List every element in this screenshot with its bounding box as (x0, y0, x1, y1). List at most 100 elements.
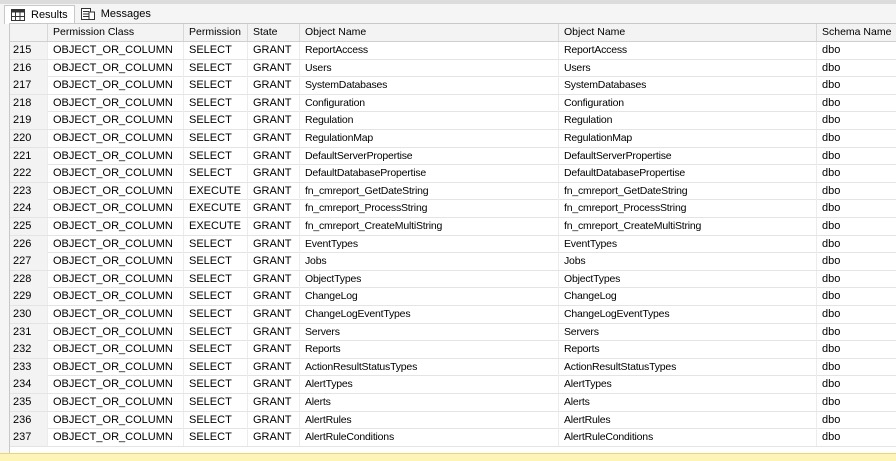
schema-name-cell[interactable]: dbo (817, 359, 896, 376)
schema-name-cell[interactable]: dbo (817, 165, 896, 182)
row-number[interactable]: 234 (10, 376, 48, 394)
object-name-2-cell[interactable]: DefaultDatabasePropertise (559, 165, 817, 183)
schema-name-cell[interactable]: dbo (817, 306, 896, 323)
object-name-2-cell[interactable]: EventTypes (559, 235, 817, 253)
permission-cell[interactable]: SELECT (184, 94, 248, 112)
column-header-object-name-2[interactable]: Object Name (559, 24, 817, 41)
row-number[interactable]: 220 (10, 130, 48, 147)
schema-name-cell[interactable]: dbo (817, 324, 896, 341)
permission-class-cell[interactable]: OBJECT_OR_COLUMN (48, 182, 184, 200)
row-number[interactable]: 218 (10, 94, 48, 112)
object-name-2-cell[interactable]: DefaultServerPropertise (559, 147, 817, 165)
object-name-cell[interactable]: DefaultDatabasePropertise (300, 165, 559, 183)
state-cell[interactable]: GRANT (248, 77, 300, 95)
row-number[interactable]: 233 (10, 358, 48, 376)
object-name-cell[interactable]: ObjectTypes (300, 270, 559, 288)
object-name-cell[interactable]: EventTypes (300, 235, 559, 253)
object-name-cell[interactable]: SystemDatabases (300, 77, 559, 95)
permission-class-cell[interactable]: OBJECT_OR_COLUMN (48, 358, 184, 376)
schema-name-cell[interactable]: dbo (817, 218, 896, 235)
row-number[interactable]: 237 (10, 429, 48, 447)
state-cell[interactable]: GRANT (248, 253, 300, 271)
schema-name-cell[interactable]: dbo (817, 412, 896, 429)
state-cell[interactable]: GRANT (248, 411, 300, 429)
object-name-cell[interactable]: ChangeLogEventTypes (300, 306, 559, 323)
permission-cell[interactable]: SELECT (184, 112, 248, 130)
permission-class-cell[interactable]: OBJECT_OR_COLUMN (48, 341, 184, 359)
object-name-2-cell[interactable]: Servers (559, 323, 817, 341)
state-cell[interactable]: GRANT (248, 429, 300, 447)
row-number[interactable]: 232 (10, 341, 48, 359)
schema-name-cell[interactable]: dbo (817, 60, 896, 77)
permission-class-cell[interactable]: OBJECT_OR_COLUMN (48, 376, 184, 394)
permission-cell[interactable]: SELECT (184, 358, 248, 376)
permission-cell[interactable]: SELECT (184, 147, 248, 165)
permission-class-cell[interactable]: OBJECT_OR_COLUMN (48, 77, 184, 95)
table-row[interactable]: 226 OBJECT_OR_COLUMN SELECT GRANT EventTypes… (10, 235, 896, 254)
table-row[interactable]: 223 OBJECT_OR_COLUMN EXECUTE GRANT fn_cmrepo… (10, 182, 896, 201)
object-name-2-cell[interactable]: Jobs (559, 253, 817, 271)
permission-cell[interactable]: SELECT (184, 288, 248, 306)
permission-class-cell[interactable]: OBJECT_OR_COLUMN (48, 42, 184, 59)
table-row[interactable]: 221 OBJECT_OR_COLUMN SELECT GRANT DefaultSer… (10, 147, 896, 166)
table-row[interactable]: 224 OBJECT_OR_COLUMN EXECUTE GRANT fn_cmrepo… (10, 200, 896, 218)
permission-cell[interactable]: SELECT (184, 323, 248, 341)
state-cell[interactable]: GRANT (248, 394, 300, 411)
object-name-2-cell[interactable]: AlertTypes (559, 376, 817, 394)
table-row[interactable]: 231 OBJECT_OR_COLUMN SELECT GRANT Servers Ser… (10, 323, 896, 342)
table-row[interactable]: 227 OBJECT_OR_COLUMN SELECT GRANT Jobs Jobs db… (10, 253, 896, 271)
permission-class-cell[interactable]: OBJECT_OR_COLUMN (48, 147, 184, 165)
state-cell[interactable]: GRANT (248, 323, 300, 341)
permission-cell[interactable]: SELECT (184, 394, 248, 411)
object-name-2-cell[interactable]: Regulation (559, 112, 817, 130)
schema-name-cell[interactable]: dbo (817, 42, 896, 59)
state-cell[interactable]: GRANT (248, 147, 300, 165)
schema-name-cell[interactable]: dbo (817, 130, 896, 147)
state-cell[interactable]: GRANT (248, 165, 300, 183)
column-header-state[interactable]: State (248, 24, 300, 41)
object-name-2-cell[interactable]: Users (559, 59, 817, 77)
permission-cell[interactable]: SELECT (184, 253, 248, 271)
permission-cell[interactable]: SELECT (184, 411, 248, 429)
object-name-2-cell[interactable]: fn_cmreport_GetDateString (559, 182, 817, 200)
state-cell[interactable]: GRANT (248, 94, 300, 112)
object-name-cell[interactable]: Reports (300, 341, 559, 359)
permission-class-cell[interactable]: OBJECT_OR_COLUMN (48, 165, 184, 183)
table-row[interactable]: 220 OBJECT_OR_COLUMN SELECT GRANT Regulation… (10, 130, 896, 148)
permission-class-cell[interactable]: OBJECT_OR_COLUMN (48, 200, 184, 218)
table-row[interactable]: 229 OBJECT_OR_COLUMN SELECT GRANT ChangeLog C… (10, 288, 896, 306)
schema-name-cell[interactable]: dbo (817, 376, 896, 393)
schema-name-cell[interactable]: dbo (817, 200, 896, 217)
object-name-2-cell[interactable]: fn_cmreport_CreateMultiString (559, 218, 817, 235)
object-name-2-cell[interactable]: RegulationMap (559, 130, 817, 147)
permission-cell[interactable]: EXECUTE (184, 182, 248, 200)
object-name-2-cell[interactable]: ReportAccess (559, 42, 817, 59)
table-row[interactable]: 216 OBJECT_OR_COLUMN SELECT GRANT Users Users… (10, 59, 896, 78)
row-number[interactable]: 235 (10, 394, 48, 411)
object-name-cell[interactable]: Users (300, 59, 559, 77)
object-name-cell[interactable]: AlertRuleConditions (300, 429, 559, 447)
schema-name-cell[interactable]: dbo (817, 341, 896, 358)
table-row[interactable]: 236 OBJECT_OR_COLUMN SELECT GRANT AlertRules… (10, 411, 896, 430)
object-name-2-cell[interactable]: Alerts (559, 394, 817, 411)
object-name-cell[interactable]: ReportAccess (300, 42, 559, 59)
schema-name-cell[interactable]: dbo (817, 429, 896, 446)
state-cell[interactable]: GRANT (248, 341, 300, 359)
object-name-cell[interactable]: Alerts (300, 394, 559, 411)
object-name-cell[interactable]: fn_cmreport_CreateMultiString (300, 218, 559, 235)
permission-class-cell[interactable]: OBJECT_OR_COLUMN (48, 218, 184, 235)
object-name-cell[interactable]: fn_cmreport_ProcessString (300, 200, 559, 218)
tab-messages[interactable]: Messages (75, 5, 157, 23)
state-cell[interactable]: GRANT (248, 130, 300, 147)
permission-cell[interactable]: EXECUTE (184, 200, 248, 218)
table-row[interactable]: 234 OBJECT_OR_COLUMN SELECT GRANT AlertTypes… (10, 376, 896, 394)
schema-name-cell[interactable]: dbo (817, 236, 896, 253)
permission-class-cell[interactable]: OBJECT_OR_COLUMN (48, 59, 184, 77)
state-cell[interactable]: GRANT (248, 59, 300, 77)
row-number[interactable]: 221 (10, 147, 48, 165)
object-name-cell[interactable]: Servers (300, 323, 559, 341)
row-number[interactable]: 229 (10, 288, 48, 306)
schema-name-cell[interactable]: dbo (817, 288, 896, 305)
table-row[interactable]: 217 OBJECT_OR_COLUMN SELECT GRANT SystemData… (10, 77, 896, 95)
table-row[interactable]: 219 OBJECT_OR_COLUMN SELECT GRANT Regulation… (10, 112, 896, 130)
